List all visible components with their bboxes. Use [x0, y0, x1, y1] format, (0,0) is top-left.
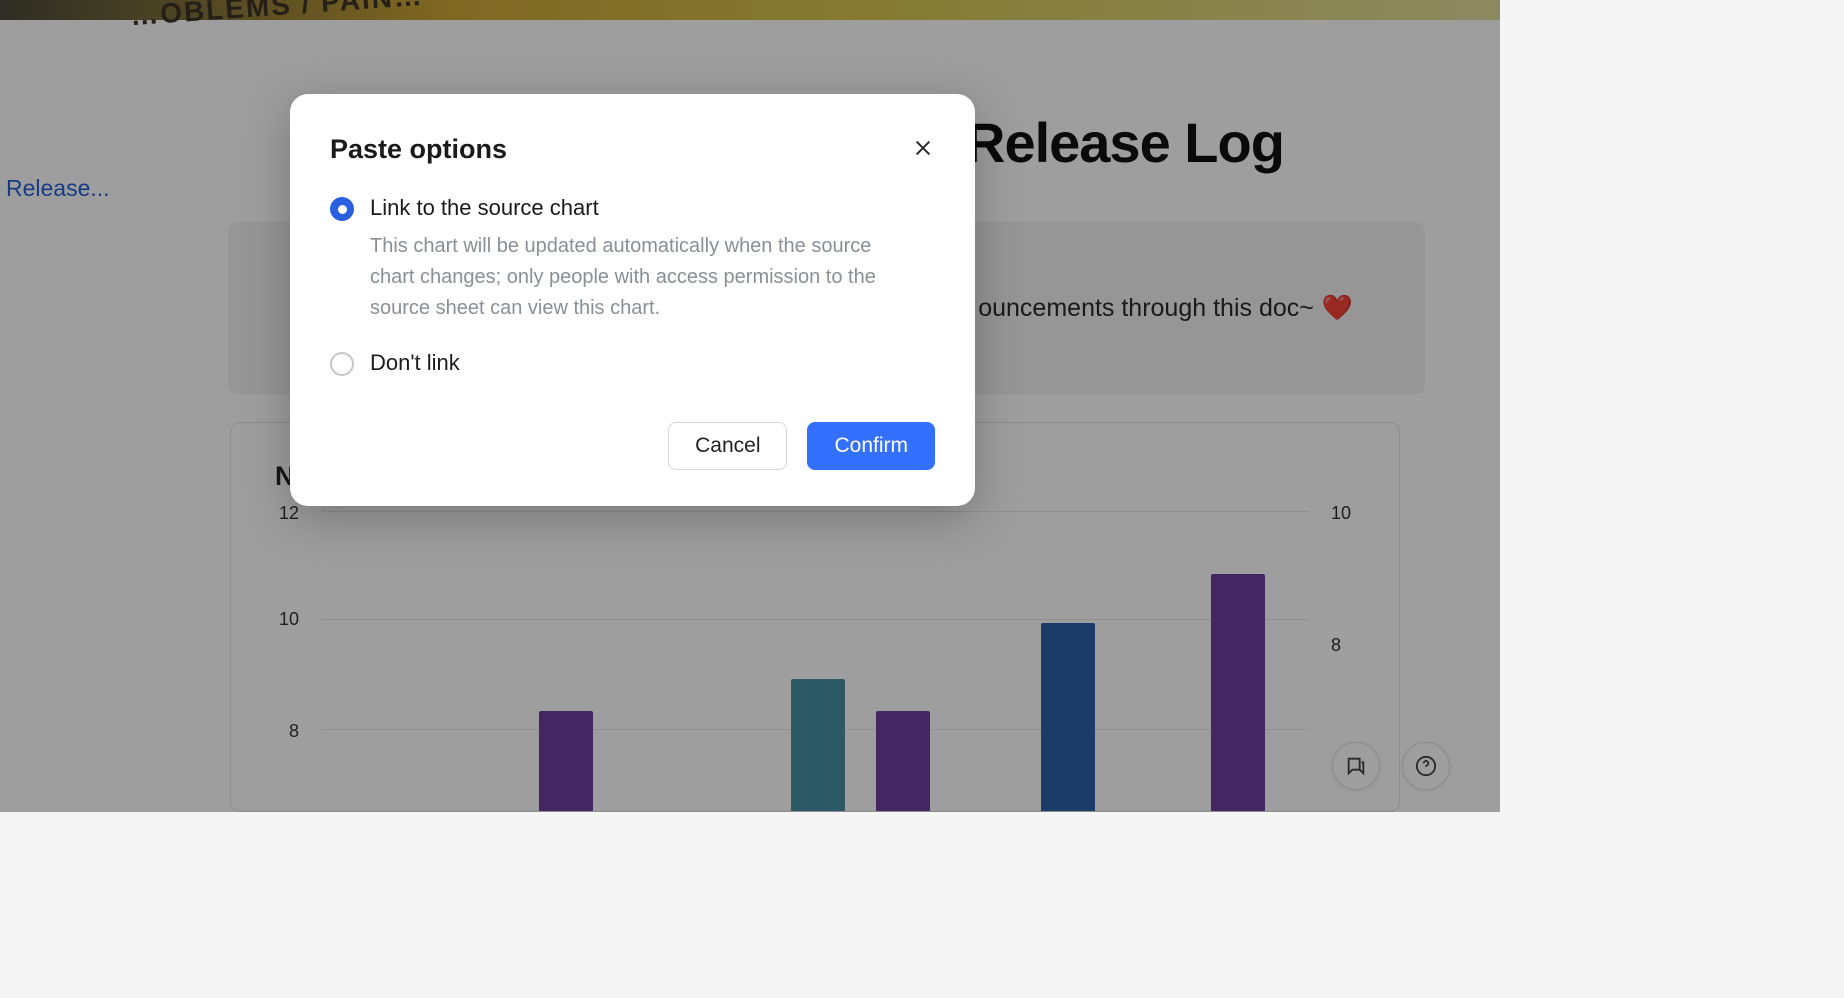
radio-option-dont-link[interactable]: Don't link — [330, 350, 935, 376]
radio-indicator-selected[interactable] — [330, 197, 354, 221]
modal-title: Paste options — [330, 134, 935, 165]
close-icon — [912, 137, 934, 159]
radio-label: Link to the source chart — [370, 195, 599, 221]
modal-actions: Cancel Confirm — [330, 422, 935, 470]
paste-options-modal: Paste options Link to the source chart T… — [290, 94, 975, 506]
modal-close-button[interactable] — [907, 132, 939, 164]
radio-indicator[interactable] — [330, 352, 354, 376]
radio-option-link[interactable]: Link to the source chart — [330, 195, 935, 221]
radio-label: Don't link — [370, 350, 460, 376]
radio-description: This chart will be updated automatically… — [370, 231, 910, 324]
cancel-button[interactable]: Cancel — [668, 422, 787, 470]
confirm-button[interactable]: Confirm — [807, 422, 935, 470]
